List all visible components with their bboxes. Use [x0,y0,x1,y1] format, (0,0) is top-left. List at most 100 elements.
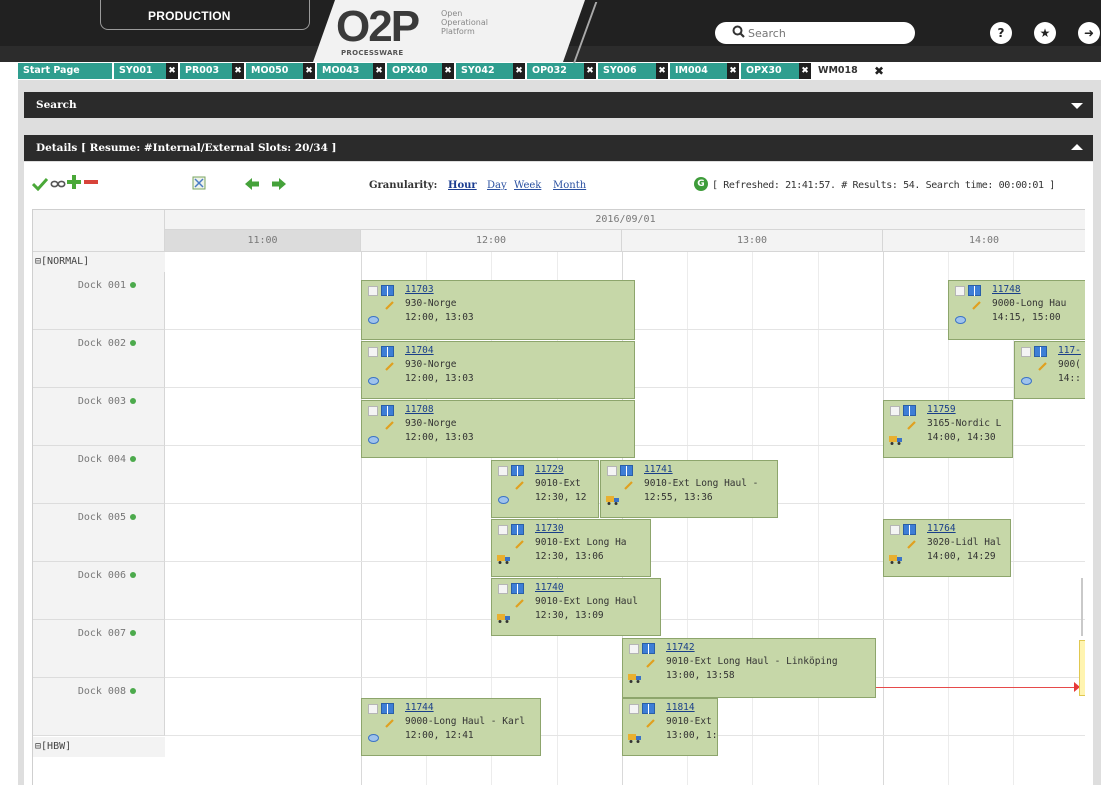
slot-card[interactable]: 11764 3020-Lidl Hal 14:00, 14:29 [883,519,1011,577]
edit-icon[interactable] [907,540,916,549]
tab-start-page[interactable]: Start Page [18,63,112,79]
edit-icon[interactable] [515,599,524,608]
close-icon[interactable]: ✖ [799,63,811,79]
edit-icon[interactable] [972,301,981,310]
close-icon[interactable]: ✖ [513,63,525,79]
slot-checkbox[interactable] [368,286,378,296]
slot-checkbox[interactable] [368,704,378,714]
document-icon[interactable] [381,285,394,296]
tab-wm018[interactable]: WM018 ✖ [813,63,885,80]
slot-id-link[interactable]: 117- [1058,345,1081,356]
slot-id-link[interactable]: 11708 [405,404,434,415]
slot-checkbox[interactable] [955,286,965,296]
slot-card[interactable]: 117- 900( 14:: [1014,341,1085,399]
slot-checkbox[interactable] [498,525,508,535]
fit-icon[interactable] [192,176,206,190]
expand-icon[interactable] [1071,103,1083,109]
slot-id-link[interactable]: 11703 [405,284,434,295]
comment-icon[interactable] [368,436,379,444]
tab-im004[interactable]: IM004 ✖ [670,63,739,79]
edit-icon[interactable] [385,301,394,310]
truck-icon[interactable] [606,495,619,505]
search-panel-header[interactable]: Search [24,92,1093,118]
document-icon[interactable] [511,583,524,594]
close-icon[interactable]: ✖ [373,63,385,79]
edit-icon[interactable] [515,540,524,549]
favorites-button[interactable]: ★ [1034,22,1056,44]
slot-id-link[interactable]: 11748 [992,284,1021,295]
slot-checkbox[interactable] [1021,347,1031,357]
edit-icon[interactable] [624,481,633,490]
truck-icon[interactable] [889,435,902,445]
slot-card[interactable]: 11814 9010-Ext 13:00, 1: [622,698,718,756]
slot-card[interactable]: 11730 9010-Ext Long Ha 12:30, 13:06 [491,519,651,577]
slot-id-link[interactable]: 11740 [535,582,564,593]
close-icon[interactable]: ✖ [873,63,885,79]
tab-sy001[interactable]: SY001 ✖ [114,63,178,79]
tab-opx40[interactable]: OPX40 ✖ [387,63,454,79]
help-button[interactable]: ? [990,22,1012,44]
close-icon[interactable]: ✖ [232,63,244,79]
link-icon[interactable] [50,179,66,189]
close-icon[interactable]: ✖ [303,63,315,79]
document-icon[interactable] [968,285,981,296]
group-normal-header[interactable]: ⊟[NORMAL] [33,252,165,272]
tab-op032[interactable]: OP032 ✖ [527,63,596,79]
tab-opx30[interactable]: OPX30 ✖ [741,63,811,79]
tab-sy006[interactable]: SY006 ✖ [598,63,668,79]
edit-icon[interactable] [385,421,394,430]
slot-card[interactable]: 11729 9010-Ext 12:30, 12 [491,460,599,518]
slot-id-link[interactable]: 11729 [535,464,564,475]
slot-id-link[interactable]: 11744 [405,702,434,713]
add-icon[interactable] [67,175,81,189]
check-icon[interactable] [32,177,48,191]
slot-id-link[interactable]: 11764 [927,523,956,534]
edit-icon[interactable] [385,362,394,371]
close-icon[interactable]: ✖ [584,63,596,79]
tab-pr003[interactable]: PR003 ✖ [180,63,244,79]
logout-button[interactable]: ➜ [1078,22,1100,44]
edit-icon[interactable] [1038,362,1047,371]
document-icon[interactable] [903,524,916,535]
truck-icon[interactable] [497,613,510,623]
tab-sy042[interactable]: SY042 ✖ [456,63,525,79]
remove-icon[interactable] [84,180,98,185]
slot-card[interactable]: 11704 930-Norge 12:00, 13:03 [361,341,635,399]
truck-icon[interactable] [497,554,510,564]
slot-card[interactable]: 11748 9000-Long Hau 14:15, 15:00 [948,280,1085,340]
granularity-hour-link[interactable]: Hour [448,180,477,191]
comment-icon[interactable] [498,496,509,504]
close-icon[interactable]: ✖ [442,63,454,79]
document-icon[interactable] [381,405,394,416]
slot-checkbox[interactable] [368,406,378,416]
document-icon[interactable] [642,643,655,654]
edit-icon[interactable] [646,659,655,668]
details-panel-header[interactable]: Details [ Resume: #Internal/External Slo… [24,135,1093,161]
slot-card[interactable]: 11759 3165-Nordic L 14:00, 14:30 [883,400,1013,458]
slot-id-link[interactable]: 11704 [405,345,434,356]
comment-icon[interactable] [1021,377,1032,385]
document-icon[interactable] [642,703,655,714]
document-icon[interactable] [620,465,633,476]
slot-id-link[interactable]: 11730 [535,523,564,534]
slot-card[interactable]: 11740 9010-Ext Long Haul 12:30, 13:09 [491,578,661,636]
comment-icon[interactable] [368,316,379,324]
refresh-icon[interactable]: G [694,177,708,191]
collapse-icon[interactable] [1071,144,1083,150]
slot-id-link[interactable]: 11742 [666,642,695,653]
edit-icon[interactable] [385,719,394,728]
document-icon[interactable] [511,524,524,535]
truck-icon[interactable] [628,733,641,743]
tab-mo050[interactable]: MO050 ✖ [246,63,315,79]
arrow-left-icon[interactable] [245,178,259,190]
slot-checkbox[interactable] [629,644,639,654]
slot-card[interactable]: 11744 9000-Long Haul - Karl 12:00, 12:41 [361,698,541,756]
comment-icon[interactable] [955,316,966,324]
slot-card[interactable]: 11741 9010-Ext Long Haul - 12:55, 13:36 [600,460,778,518]
slot-id-link[interactable]: 11814 [666,702,695,713]
slot-id-link[interactable]: 11759 [927,404,956,415]
slot-id-link[interactable]: 11741 [644,464,673,475]
edit-icon[interactable] [515,481,524,490]
close-icon[interactable]: ✖ [166,63,178,79]
truck-icon[interactable] [889,554,902,564]
